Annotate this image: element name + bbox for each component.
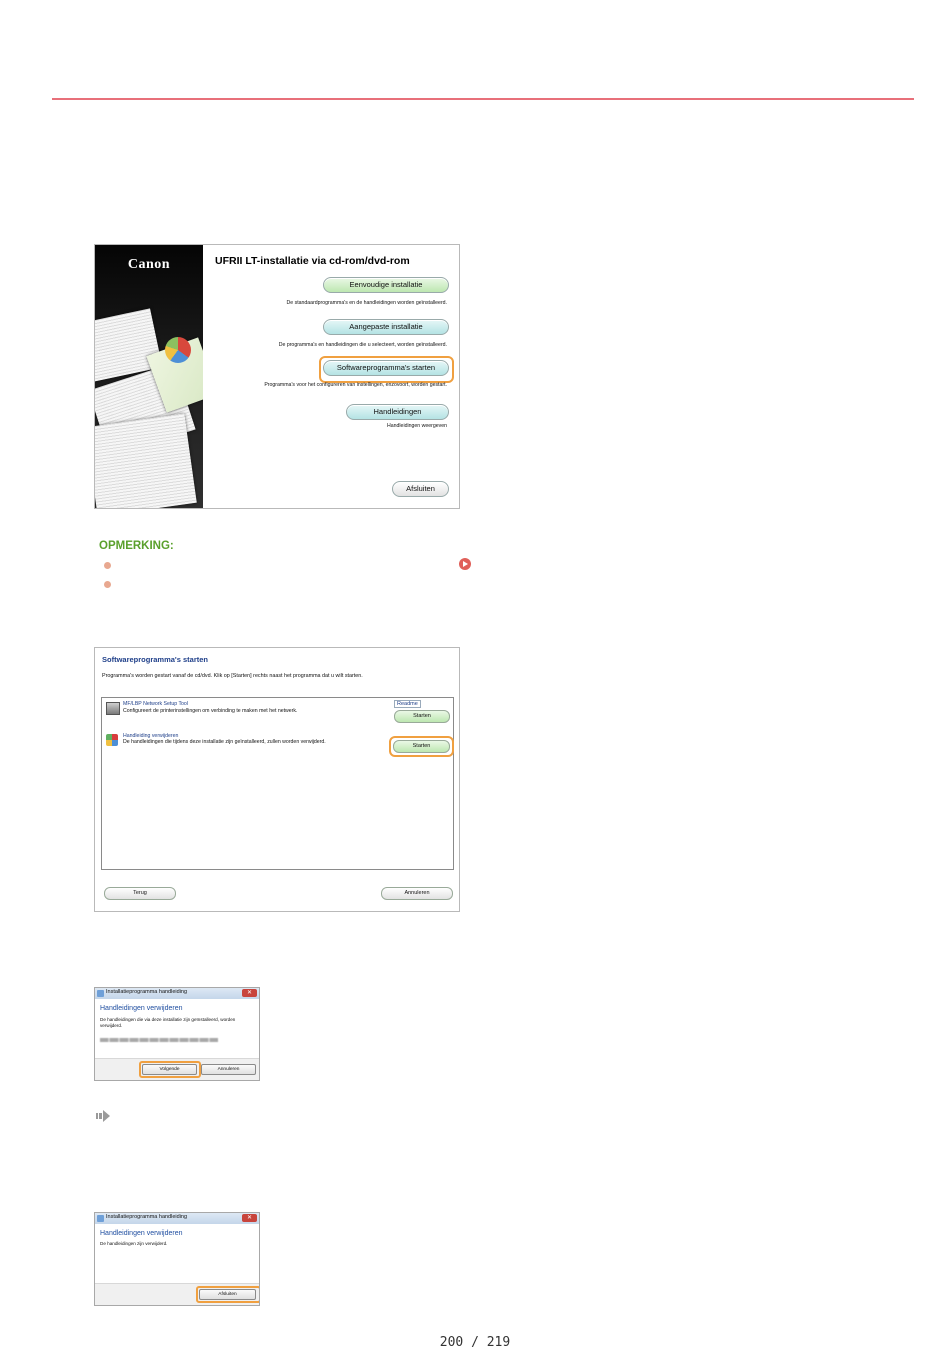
page-number: 200 / 219 xyxy=(439,1335,511,1350)
software-window-title: Softwareprogramma's starten xyxy=(102,655,208,664)
close-icon[interactable]: ✕ xyxy=(242,1214,257,1222)
dialog-heading: Handleidingen verwijderen xyxy=(100,1005,183,1012)
canon-logo: Canon xyxy=(127,257,171,272)
close-icon[interactable]: ✕ xyxy=(242,989,257,997)
manuals-removed-dialog: Installatieprogramma handleiding ✕ Handl… xyxy=(94,1212,260,1306)
program-description: De handleidingen die tijdens deze instal… xyxy=(123,739,326,745)
installer-title: UFRII LT-installatie via cd-rom/dvd-rom xyxy=(215,255,410,267)
dialog-text: De handleidingen die via deze installati… xyxy=(100,1017,236,1028)
software-programs-window: Softwareprogramma's starten Programma's … xyxy=(94,647,460,912)
software-programs-button[interactable]: Softwareprogramma's starten xyxy=(323,360,449,376)
close-installer-button[interactable]: Afsluiten xyxy=(392,481,449,497)
easy-install-button[interactable]: Eenvoudige installatie xyxy=(323,277,449,293)
readme-link[interactable]: Readme xyxy=(394,700,421,708)
network-setup-tool-icon xyxy=(106,702,120,715)
blurred-file-list xyxy=(100,1038,218,1042)
program-name: MF/LBP Network Setup Tool xyxy=(123,701,188,707)
next-button[interactable]: Volgende xyxy=(142,1064,197,1075)
installer-app-icon xyxy=(97,990,104,997)
dialog-window-title: Installatieprogramma handleiding xyxy=(106,1214,188,1220)
uninstall-manuals-dialog: Installatieprogramma handleiding ✕ Handl… xyxy=(94,987,260,1081)
finish-button[interactable]: Afsluiten xyxy=(199,1289,256,1300)
start-network-setup-button[interactable]: Starten xyxy=(394,710,450,723)
program-list: MF/LBP Network Setup Tool Configureert d… xyxy=(101,697,454,870)
uninstall-manual-icon xyxy=(106,734,118,746)
cancel-button[interactable]: Annuleren xyxy=(381,887,453,900)
manuals-description: Handleidingen weergeven xyxy=(387,423,447,429)
software-programs-description: Programma's voor het configureren van in… xyxy=(264,382,447,388)
manuals-button[interactable]: Handleidingen xyxy=(346,404,449,420)
note-bullet xyxy=(104,562,111,569)
dialog-heading: Handleidingen verwijderen xyxy=(100,1230,183,1237)
cancel-button[interactable]: Annuleren xyxy=(201,1064,256,1075)
dialog-text: De handleidingen zijn verwijderd. xyxy=(100,1241,168,1246)
software-window-description: Programma's worden gestart vanaf de cd/d… xyxy=(102,673,363,679)
next-step-arrow-icon xyxy=(96,1110,110,1122)
installer-window: Canon UFRII LT-installatie via cd-rom/dv… xyxy=(94,244,460,509)
note-bullet xyxy=(104,581,111,588)
header-rule xyxy=(52,98,914,100)
link-arrow-icon[interactable] xyxy=(459,558,471,570)
note-title: OPMERKING: xyxy=(99,540,174,552)
installer-app-icon xyxy=(97,1215,104,1222)
start-uninstall-manual-button[interactable]: Starten xyxy=(393,740,450,753)
program-description: Configureert de printerinstellingen om v… xyxy=(123,708,298,714)
back-button[interactable]: Terug xyxy=(104,887,176,900)
dialog-window-title: Installatieprogramma handleiding xyxy=(106,989,188,995)
easy-install-description: De standaardprogramma's en de handleidin… xyxy=(286,300,447,306)
banner-pie-chart-icon xyxy=(165,337,191,363)
installer-side-banner: Canon xyxy=(95,245,203,508)
custom-install-button[interactable]: Aangepaste installatie xyxy=(323,319,449,335)
custom-install-description: De programma's en handleidingen die u se… xyxy=(278,342,447,348)
banner-document-image xyxy=(95,413,197,508)
